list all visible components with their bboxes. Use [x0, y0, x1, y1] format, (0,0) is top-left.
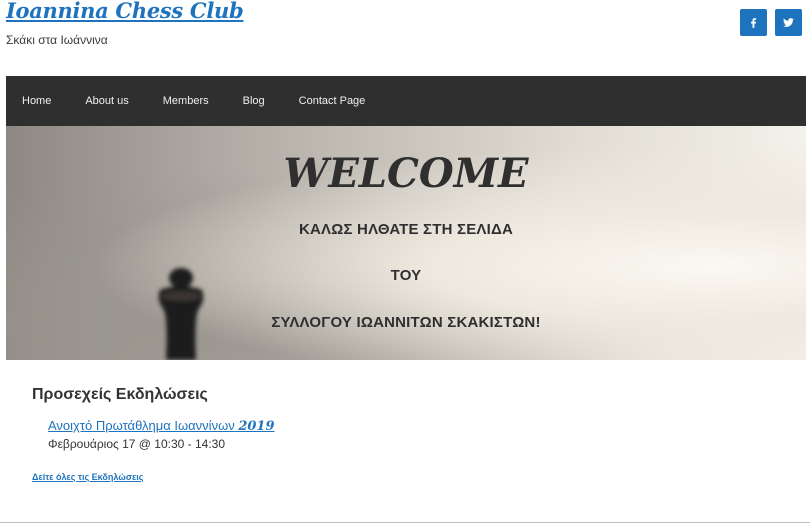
- twitter-button[interactable]: [775, 9, 802, 36]
- upcoming-events-heading: Προσεχείς Εκδηλώσεις: [32, 386, 208, 403]
- twitter-icon: [783, 18, 794, 27]
- hero-line-1: ΚΑΛΩΣ ΗΛΘΑΤΕ ΣΤΗ ΣΕΛΙΔΑ: [298, 221, 514, 238]
- nav-home[interactable]: Home: [22, 95, 51, 107]
- event-title-link[interactable]: Ανοιχτό Πρωτάθλημα Ιωαννίνων 2019: [48, 418, 275, 434]
- hero-line-3: ΣΥΛΛΟΓΟΥ ΙΩΑΝΝΙΤΩΝ ΣΚΑΚΙΣΤΩΝ!: [271, 314, 541, 331]
- nav-contact-page[interactable]: Contact Page: [299, 95, 366, 107]
- hero-banner: WELCOME ΚΑΛΩΣ ΗΛΘΑΤΕ ΣΤΗ ΣΕΛΙΔΑ ΤΟΥ ΣΥΛΛ…: [6, 126, 806, 360]
- view-all-events-link[interactable]: Δείτε όλες τις Εκδηλώσεις: [32, 472, 143, 482]
- main-navigation: Home About us Members Blog Contact Page: [6, 76, 806, 126]
- event-year: 2019: [238, 419, 275, 434]
- event-title-text: Ανοιχτό Πρωτάθλημα Ιωαννίνων: [48, 418, 235, 433]
- hero-line-2: ΤΟΥ: [390, 267, 422, 284]
- hero-title: WELCOME: [283, 150, 529, 197]
- social-links: [740, 9, 802, 36]
- nav-members[interactable]: Members: [163, 95, 209, 107]
- site-title-link[interactable]: Ioannina Chess Club: [6, 0, 244, 23]
- facebook-icon: [751, 18, 757, 28]
- site-tagline: Σκάκι στα Ιωάννινα: [6, 33, 108, 47]
- nav-blog[interactable]: Blog: [243, 95, 265, 107]
- facebook-button[interactable]: [740, 9, 767, 36]
- nav-about-us[interactable]: About us: [85, 95, 128, 107]
- footer-divider: [0, 522, 810, 523]
- event-datetime: Φεβρουάριος 17 @ 10:30 - 14:30: [48, 437, 226, 451]
